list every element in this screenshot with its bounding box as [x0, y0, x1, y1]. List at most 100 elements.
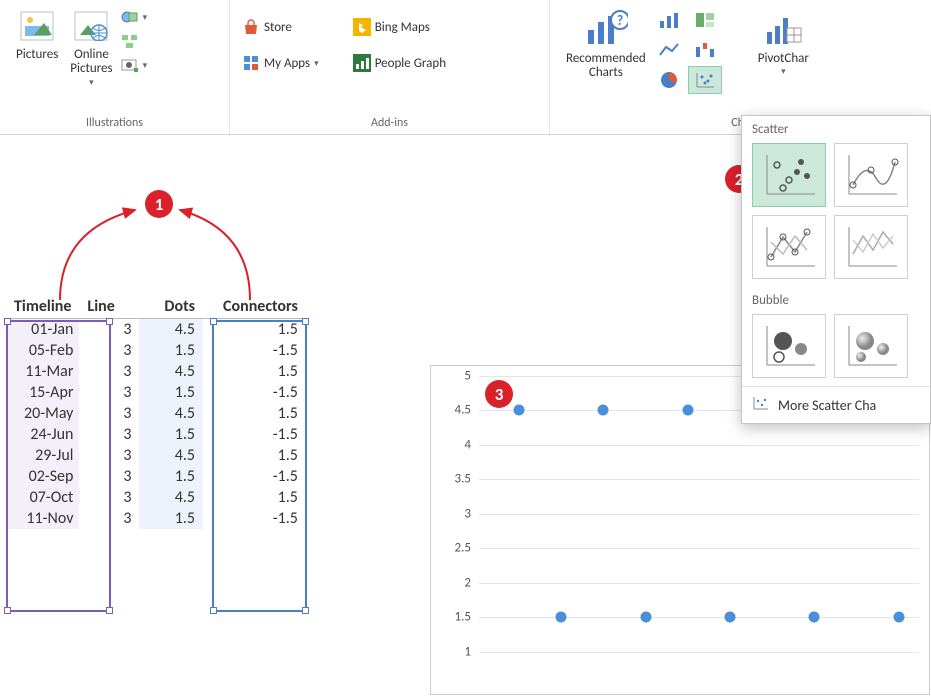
cell-dots[interactable]: 1.5	[139, 424, 203, 445]
bingmaps-button[interactable]: Bing Maps	[353, 18, 446, 36]
svg-text:?: ?	[617, 12, 624, 29]
chart-type-grid	[652, 4, 722, 94]
cell-connectors[interactable]: -1.5	[203, 466, 306, 487]
cell-timeline[interactable]: 02-Sep	[6, 466, 79, 487]
cell-connectors[interactable]: 1.5	[203, 445, 306, 466]
cell-dots[interactable]: 1.5	[139, 382, 203, 403]
chart-gridline	[479, 479, 919, 480]
table-row[interactable]: 24-Jun31.5-1.5	[6, 424, 306, 445]
bar-chart-button[interactable]	[652, 6, 686, 34]
worksheet-area[interactable]: 1 2 3 Timeline Line Dots Connectors 01-J…	[0, 135, 931, 697]
cell-line[interactable]: 3	[79, 361, 139, 382]
table-row[interactable]: 07-Oct34.51.5	[6, 487, 306, 508]
pie-chart-button[interactable]	[652, 66, 686, 94]
chart-gridline	[479, 548, 919, 549]
dropdown-caret-icon: ▾	[89, 77, 94, 88]
cell-timeline[interactable]: 24-Jun	[6, 424, 79, 445]
cell-dots[interactable]: 4.5	[139, 487, 203, 508]
chart-data-point[interactable]	[809, 612, 820, 623]
cell-connectors[interactable]: -1.5	[203, 382, 306, 403]
cell-line[interactable]: 3	[79, 319, 139, 341]
table-row[interactable]: 02-Sep31.5-1.5	[6, 466, 306, 487]
hierarchy-chart-button[interactable]	[688, 6, 722, 34]
online-pictures-button[interactable]: Online Pictures ▾	[64, 4, 118, 92]
more-scatter-charts[interactable]: More Scatter Cha	[742, 386, 930, 423]
waterfall-chart-button[interactable]	[688, 36, 722, 64]
bubble-option-flat[interactable]	[752, 314, 826, 378]
pivotchart-icon	[763, 8, 803, 48]
chart-data-point[interactable]	[640, 612, 651, 623]
cell-line[interactable]: 3	[79, 424, 139, 445]
table-row[interactable]: 05-Feb31.5-1.5	[6, 340, 306, 361]
scatter-option-markers[interactable]	[752, 143, 826, 207]
table-row[interactable]: 20-May34.51.5	[6, 403, 306, 424]
scatter-option-lines-markers[interactable]	[752, 215, 826, 279]
cell-timeline[interactable]: 07-Oct	[6, 487, 79, 508]
chart-data-point[interactable]	[556, 612, 567, 623]
header-line[interactable]: Line	[79, 295, 139, 319]
cell-line[interactable]: 3	[79, 487, 139, 508]
chart-data-point[interactable]	[514, 405, 525, 416]
myapps-icon	[242, 54, 260, 72]
store-button[interactable]: Store	[242, 18, 319, 36]
scatter-option-smooth-markers[interactable]	[834, 143, 908, 207]
cell-connectors[interactable]: -1.5	[203, 340, 306, 361]
cell-line[interactable]: 3	[79, 445, 139, 466]
header-dots[interactable]: Dots	[139, 295, 203, 319]
line-chart-button[interactable]	[652, 36, 686, 64]
cell-timeline[interactable]: 05-Feb	[6, 340, 79, 361]
cell-dots[interactable]: 1.5	[139, 508, 203, 529]
screenshot-button[interactable]: ▾	[121, 56, 148, 74]
chart-data-point[interactable]	[725, 612, 736, 623]
cell-line[interactable]: 3	[79, 403, 139, 424]
cell-line[interactable]: 3	[79, 466, 139, 487]
chart-data-point[interactable]	[598, 405, 609, 416]
table-row[interactable]: 11-Mar34.51.5	[6, 361, 306, 382]
cell-line[interactable]: 3	[79, 508, 139, 529]
online-pictures-label: Online Pictures	[70, 48, 112, 77]
cell-timeline[interactable]: 01-Jan	[6, 319, 79, 341]
header-timeline[interactable]: Timeline	[6, 295, 79, 319]
myapps-button[interactable]: My Apps ▾	[242, 54, 319, 72]
cell-connectors[interactable]: 1.5	[203, 361, 306, 382]
recommended-charts-icon: ?	[584, 8, 628, 48]
cell-timeline[interactable]: 11-Nov	[6, 508, 79, 529]
shapes-button[interactable]: ▾	[121, 8, 148, 26]
cell-connectors[interactable]: 1.5	[203, 403, 306, 424]
cell-connectors[interactable]: -1.5	[203, 508, 306, 529]
cell-timeline[interactable]: 20-May	[6, 403, 79, 424]
pivotchart-button[interactable]: PivotChar ▾	[752, 4, 815, 81]
cell-line[interactable]: 3	[79, 340, 139, 361]
peoplegraph-button[interactable]: People Graph	[353, 54, 446, 72]
scatter-chart-button[interactable]	[688, 66, 722, 94]
online-pictures-icon	[73, 8, 109, 44]
table-row[interactable]: 11-Nov31.5-1.5	[6, 508, 306, 529]
header-connectors[interactable]: Connectors	[203, 295, 306, 319]
cell-connectors[interactable]: -1.5	[203, 424, 306, 445]
screenshot-icon	[121, 56, 139, 74]
cell-dots[interactable]: 4.5	[139, 445, 203, 466]
bubble-option-3d[interactable]	[834, 314, 908, 378]
cell-timeline[interactable]: 11-Mar	[6, 361, 79, 382]
scatter-option-lines[interactable]	[834, 215, 908, 279]
cell-dots[interactable]: 1.5	[139, 340, 203, 361]
cell-connectors[interactable]: 1.5	[203, 319, 306, 341]
table-row[interactable]: 01-Jan34.51.5	[6, 319, 306, 341]
cell-dots[interactable]: 4.5	[139, 319, 203, 341]
cell-dots[interactable]: 4.5	[139, 403, 203, 424]
cell-timeline[interactable]: 29-Jul	[6, 445, 79, 466]
recommended-charts-button[interactable]: ? Recommended Charts	[560, 4, 652, 85]
cell-connectors[interactable]: 1.5	[203, 487, 306, 508]
chart-data-point[interactable]	[682, 405, 693, 416]
table-row[interactable]: 15-Apr31.5-1.5	[6, 382, 306, 403]
pictures-button[interactable]: Pictures	[10, 4, 64, 66]
scatter-small-icon	[752, 395, 770, 415]
cell-dots[interactable]: 1.5	[139, 466, 203, 487]
chart-data-point[interactable]	[893, 612, 904, 623]
table-row[interactable]: 29-Jul34.51.5	[6, 445, 306, 466]
smartart-button[interactable]	[121, 32, 148, 50]
cell-dots[interactable]: 4.5	[139, 361, 203, 382]
cell-timeline[interactable]: 15-Apr	[6, 382, 79, 403]
cell-line[interactable]: 3	[79, 382, 139, 403]
data-table[interactable]: Timeline Line Dots Connectors 01-Jan34.5…	[6, 295, 306, 529]
